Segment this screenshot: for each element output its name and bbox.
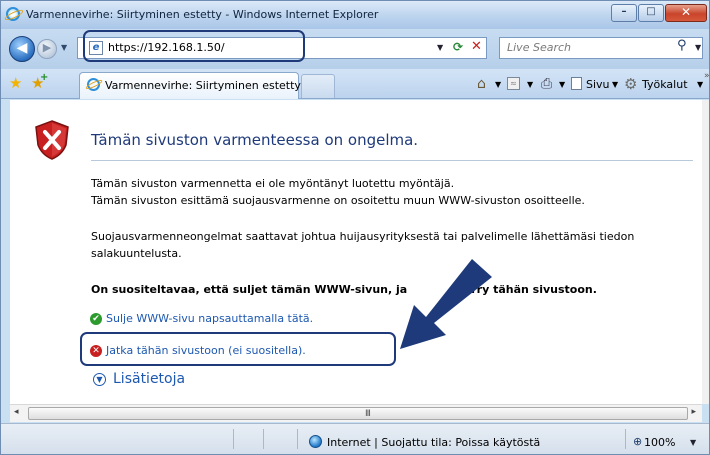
page-menu-icon (571, 77, 582, 90)
page-menu[interactable]: Sivu (586, 78, 610, 91)
scrollbar-thumb[interactable]: III (28, 407, 688, 420)
warning-text-risk-2: salakuuntelusta. (91, 247, 182, 260)
continue-link-annotation-outline (80, 332, 396, 366)
recent-pages-dropdown[interactable]: ▼ (61, 43, 67, 52)
toolbar-overflow-chevron-icon[interactable]: » (704, 71, 709, 81)
new-tab-button[interactable] (301, 74, 335, 98)
page-menu-dropdown[interactable]: ▼ (612, 80, 618, 89)
tab-label[interactable]: Varmennevirhe: Siirtyminen estetty (105, 79, 301, 92)
maximize-button[interactable]: □ (638, 4, 664, 22)
warning-text-mismatch: Tämän sivuston esittämä suojausvarmenne … (91, 194, 585, 207)
search-icon[interactable]: ⚲ (677, 38, 687, 53)
refresh-icon[interactable]: ⟳ (453, 40, 463, 54)
status-separator (297, 429, 298, 449)
home-icon[interactable]: ⌂ (477, 76, 486, 92)
status-separator (625, 429, 626, 449)
title-bar: Varmennevirhe: Siirtyminen estetty - Win… (1, 1, 709, 29)
scrollbar-grip: III (365, 409, 371, 419)
gear-icon: ⚙ (624, 75, 638, 93)
close-page-link[interactable]: Sulje WWW-sivu napsauttamalla tätä. (106, 312, 313, 325)
heading-divider (91, 160, 693, 161)
window-controls: – □ ✕ (610, 4, 707, 22)
home-dropdown[interactable]: ▼ (495, 80, 501, 89)
page-heading: Tämän sivuston varmenteessa on ongelma. (91, 131, 419, 149)
stop-icon[interactable]: ✕ (471, 39, 482, 54)
back-arrow-icon: ◀ (16, 40, 28, 56)
tab-ie-icon (87, 78, 100, 91)
address-dropdown[interactable]: ▼ (437, 43, 443, 52)
scroll-right-icon[interactable]: ▸ (691, 407, 696, 417)
checkmark-shield-icon: ✔ (90, 313, 102, 325)
feeds-icon[interactable]: ≈ (507, 77, 520, 90)
status-separator (263, 429, 264, 449)
address-toolbar: ◀ ▶ ▼ e https://192.168.1.50/ ▼ ⟳ ✕ Live… (1, 29, 709, 69)
close-button[interactable]: ✕ (665, 4, 707, 22)
zoom-dropdown[interactable]: ▼ (690, 438, 696, 447)
recommendation-text: On suositeltavaa, että suljet tämän WWW-… (91, 281, 597, 298)
shield-error-icon (35, 120, 69, 160)
forward-arrow-icon: ▶ (42, 41, 52, 54)
search-placeholder: Live Search (507, 41, 571, 54)
add-favorite-icon[interactable]: ★ (31, 72, 49, 92)
ie-logo-icon (6, 7, 20, 21)
tab-toolbar: ★ ★ Varmennevirhe: Siirtyminen estetty ⌂… (1, 69, 709, 99)
page-content: Tämän sivuston varmenteessa on ongelma. … (10, 100, 702, 404)
favorites-star-icon[interactable]: ★ (9, 74, 22, 92)
zoom-icon: ⊕ (633, 435, 643, 448)
globe-icon (309, 435, 322, 448)
tools-menu-dropdown[interactable]: ▼ (697, 80, 703, 89)
minimize-button[interactable]: – (611, 4, 637, 22)
address-annotation-outline (83, 30, 305, 62)
recommendation-start: On suositeltavaa, että suljet tämän WWW-… (91, 283, 408, 296)
status-separator (233, 429, 234, 449)
window-title: Varmennevirhe: Siirtyminen estetty - Win… (26, 8, 379, 21)
vertical-scrollbar-track[interactable] (702, 100, 709, 404)
annotation-arrow-icon (400, 259, 492, 349)
print-dropdown[interactable]: ▼ (559, 80, 565, 89)
warning-text-risk-1: Suojausvarmenneongelmat saattavat johtua… (91, 230, 635, 243)
status-bar: Internet | Suojattu tila: Poissa käytöst… (1, 423, 709, 454)
expand-down-icon[interactable]: ▼ (93, 373, 106, 386)
search-options-dropdown[interactable]: ▼ (695, 43, 701, 52)
horizontal-scrollbar[interactable]: ◂ III ▸ (10, 404, 702, 422)
scroll-left-icon[interactable]: ◂ (14, 407, 19, 417)
feeds-dropdown[interactable]: ▼ (527, 80, 533, 89)
print-icon[interactable]: ⎙ (541, 76, 552, 92)
more-information-link[interactable]: Lisätietoja (113, 371, 185, 387)
back-button[interactable]: ◀ (9, 36, 35, 62)
warning-text-issuer: Tämän sivuston varmennetta ei ole myöntä… (91, 177, 455, 190)
tools-menu[interactable]: Työkalut (642, 78, 688, 91)
forward-button[interactable]: ▶ (37, 39, 57, 59)
security-zone-text[interactable]: Internet | Suojattu tila: Poissa käytöst… (327, 436, 540, 449)
browser-window: Varmennevirhe: Siirtyminen estetty - Win… (0, 0, 710, 455)
zoom-level[interactable]: 100% (644, 436, 675, 449)
